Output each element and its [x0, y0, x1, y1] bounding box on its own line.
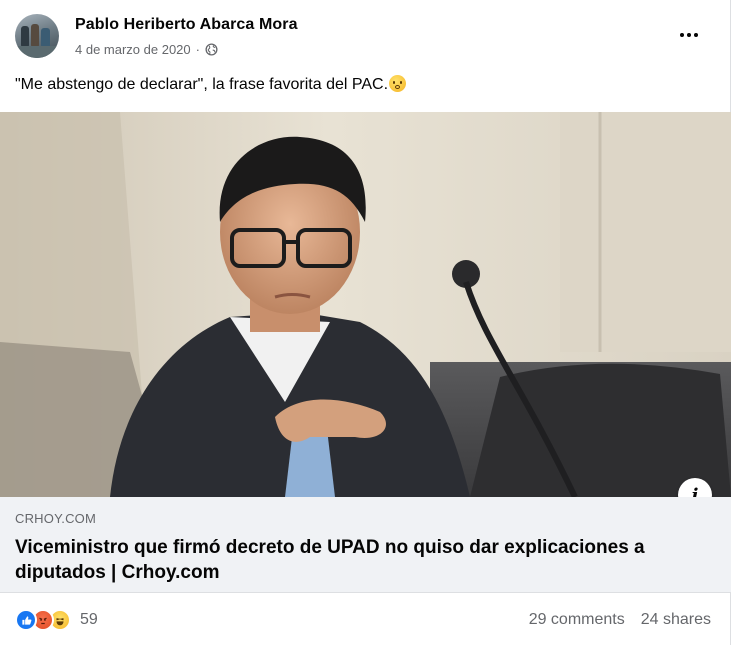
facebook-post: Pablo Heriberto Abarca Mora 4 de marzo d…	[0, 0, 731, 645]
link-preview-image[interactable]	[0, 112, 731, 497]
author-avatar[interactable]	[15, 14, 59, 58]
post-text-body: "Me abstengo de declarar", la frase favo…	[15, 76, 389, 93]
meta-separator: ·	[195, 42, 200, 57]
flushed-face-emoji-icon	[389, 75, 407, 92]
more-dot-icon	[694, 33, 698, 37]
author-name[interactable]: Pablo Heriberto Abarca Mora	[75, 16, 298, 34]
reaction-count: 59	[80, 611, 98, 628]
more-options-button[interactable]	[672, 22, 706, 48]
post-meta: 4 de marzo de 2020 ·	[75, 42, 218, 57]
comments-count-link[interactable]: 29 comments	[529, 611, 625, 629]
link-headline[interactable]: Viceministro que firmó decreto de UPAD n…	[15, 535, 705, 585]
post-date[interactable]: 4 de marzo de 2020	[75, 42, 191, 57]
more-dot-icon	[687, 33, 691, 37]
link-domain: CRHOY.COM	[15, 511, 97, 526]
globe-icon[interactable]	[205, 43, 218, 56]
post-text: "Me abstengo de declarar", la frase favo…	[15, 75, 407, 94]
reactions-summary[interactable]: 59	[15, 609, 98, 631]
shares-count-link[interactable]: 24 shares	[641, 611, 711, 629]
more-dot-icon	[680, 33, 684, 37]
like-icon	[15, 609, 37, 631]
link-preview-footer[interactable]: CRHOY.COM Viceministro que firmó decreto…	[0, 497, 731, 593]
engagement-stats: 29 comments 24 shares	[529, 611, 711, 629]
photo-man-with-microphone	[0, 112, 731, 497]
